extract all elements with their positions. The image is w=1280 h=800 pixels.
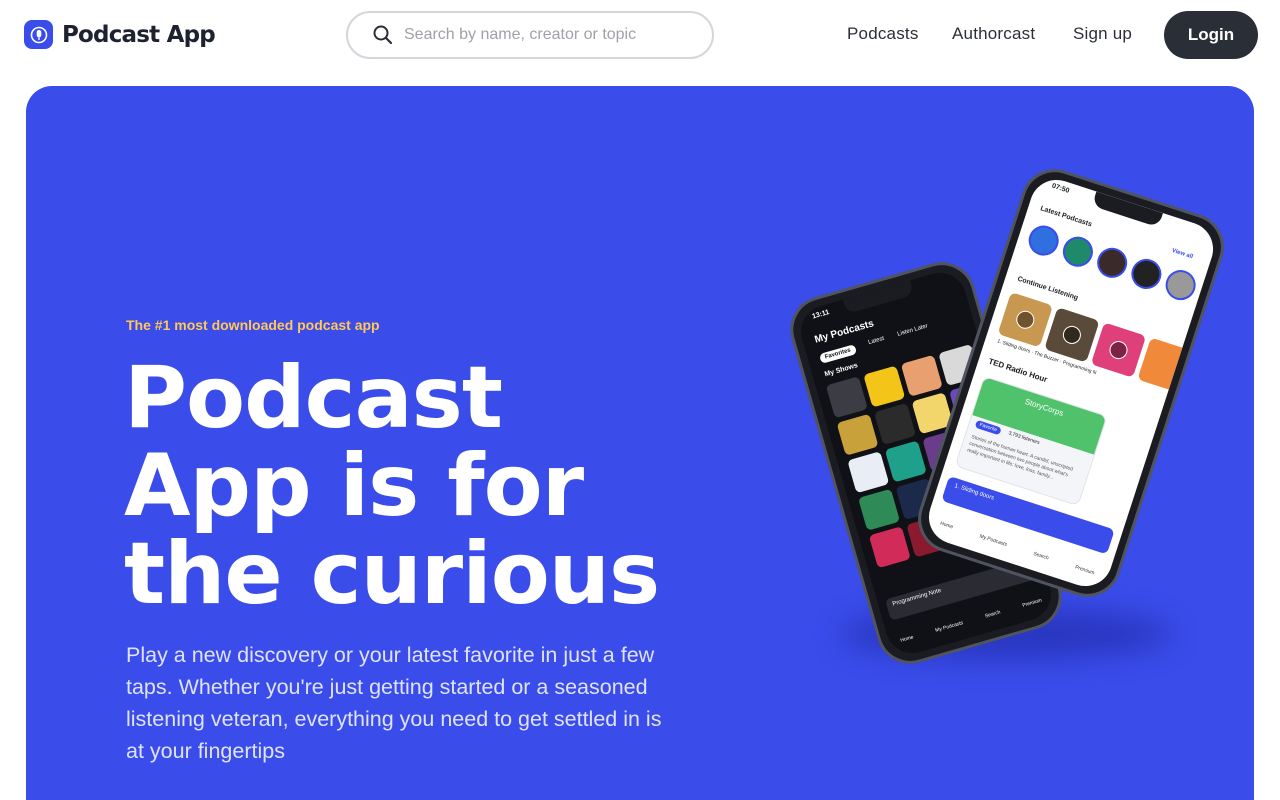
mini-player-title: 1. Sliding doors <box>953 483 995 502</box>
podcast-avatar <box>1024 221 1063 260</box>
play-icon <box>1060 323 1084 347</box>
app-phones-illustration: 13:11 My Podcasts Favorites Latest Liste… <box>781 160 1241 691</box>
episode-card <box>1090 322 1147 378</box>
tabbar-item: My Podcasts <box>934 620 964 634</box>
podcast-avatar <box>1127 255 1166 293</box>
microphone-logo-icon <box>24 20 53 49</box>
phone-notch <box>842 280 915 315</box>
screen-tab: Listen Later <box>896 323 929 338</box>
podcast-avatar <box>1059 232 1097 271</box>
nav-link-sign-up[interactable]: Sign up <box>1073 24 1132 44</box>
tabbar-item: Search <box>1032 550 1050 562</box>
hero-eyebrow: The #1 most downloaded podcast app <box>126 317 380 333</box>
episode-card <box>1137 337 1193 393</box>
mini-player-title: Programming Note <box>891 587 942 608</box>
podcast-tile <box>825 376 868 419</box>
screen-section-label: Latest Podcasts <box>1039 205 1093 229</box>
login-button[interactable]: Login <box>1164 11 1258 59</box>
phone-status-time: 13:11 <box>811 308 831 321</box>
screen-tab: Latest <box>867 335 885 347</box>
play-icon <box>1013 308 1037 332</box>
tabbar-item: My Podcasts <box>978 533 1008 548</box>
brand-name: Podcast App <box>62 21 216 48</box>
phone-light-screen: 07:50 Latest Podcasts View all Continue … <box>921 172 1221 594</box>
podcast-tile <box>836 413 879 456</box>
nav-link-authorcast[interactable]: Authorcast <box>952 24 1035 44</box>
episode-card <box>997 292 1054 348</box>
view-all-link: View all <box>1170 247 1194 261</box>
hero-headline: Podcast App is for the curious <box>124 348 660 624</box>
site-header: Podcast App Podcasts Authorcast Sign up … <box>0 0 1280 72</box>
tabbar-item: Search <box>984 609 1002 620</box>
podcast-avatar <box>1093 243 1132 282</box>
episode-card <box>1044 307 1100 363</box>
tabbar-item: Premium <box>1074 564 1096 577</box>
phone-status-time: 07:50 <box>1050 182 1071 195</box>
tabbar-item: Premium <box>1021 597 1043 609</box>
podcast-tile <box>863 365 906 408</box>
tabbar-item: Home <box>899 634 915 644</box>
phone-notch <box>1091 191 1164 228</box>
podcast-tile <box>858 488 901 531</box>
nav-link-podcasts[interactable]: Podcasts <box>847 24 919 44</box>
search-bar[interactable] <box>346 11 714 59</box>
tabbar-item: Home <box>939 520 954 531</box>
podcast-tile <box>884 440 927 483</box>
play-icon <box>1107 338 1130 362</box>
podcast-avatar <box>1161 266 1200 304</box>
podcast-tile <box>874 402 917 446</box>
screen-section-label: My Shows <box>823 362 859 379</box>
brand-logo[interactable]: Podcast App <box>24 20 216 49</box>
search-icon <box>372 24 394 46</box>
podcast-tile <box>900 354 943 397</box>
podcast-tile <box>847 451 890 494</box>
screen-tab: Favorites <box>818 344 857 364</box>
hero-description: Play a new discovery or your latest favo… <box>126 643 662 763</box>
podcast-tile <box>868 526 911 569</box>
hero-banner: The #1 most downloaded podcast app Podca… <box>26 86 1254 800</box>
search-input[interactable] <box>404 26 694 44</box>
